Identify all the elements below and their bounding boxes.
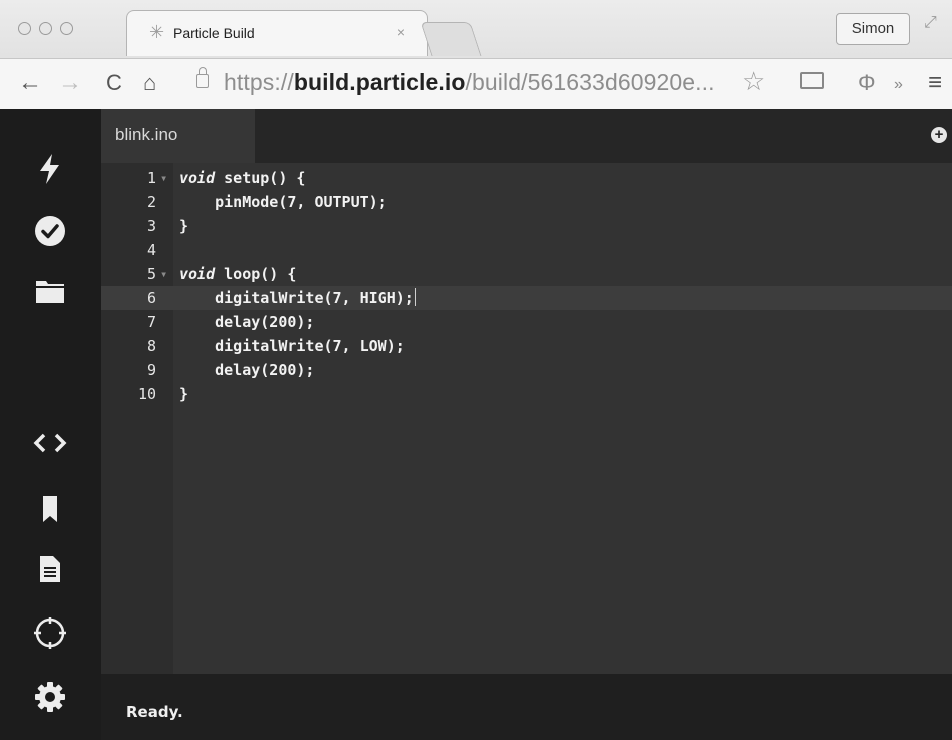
lock-icon [196,67,209,88]
line-number: 8 [146,337,156,355]
code-content: setup() { [215,169,306,187]
code-line[interactable]: 3} [101,214,952,238]
devices-icon[interactable] [30,613,70,653]
line-number: 4 [146,241,156,259]
new-tab-button[interactable] [420,22,482,56]
forward-icon[interactable]: → [58,71,82,95]
file-tab[interactable]: blink.ino [101,109,255,163]
tab-title: Particle Build [173,25,255,41]
code-text: void loop() { [179,262,296,286]
code-text: } [179,214,188,238]
code-line[interactable]: 5 ▾ void loop() { [101,262,952,286]
browser-toolbar: ← → C ⌂ https://build.particle.io/build/… [0,58,952,109]
code-line[interactable]: 6 digitalWrite(7, HIGH); [101,286,952,310]
bookmark-star-icon[interactable]: ☆ [742,68,765,94]
back-icon[interactable]: ← [18,71,42,95]
profile-button[interactable]: Simon [836,13,910,45]
code-line[interactable]: 7 delay(200); [101,310,952,334]
text-cursor [414,288,416,306]
particle-favicon-icon: ✳ [149,22,165,42]
url-host: build.particle.io [293,69,466,95]
code-content: digitalWrite(7, HIGH); [179,289,414,307]
file-tab-label: blink.ino [115,125,178,144]
code-line[interactable]: 2 pinMode(7, OUTPUT); [101,190,952,214]
line-number: 9 [146,361,156,379]
window-controls [18,22,73,35]
file-tab-bar: blink.ino + [101,109,952,163]
fullscreen-icon[interactable]: ⤢ [924,14,937,32]
code-text: digitalWrite(7, LOW); [179,334,405,358]
line-number: 6 [146,289,156,307]
close-window-button[interactable] [18,22,31,35]
code-content: } [179,217,189,235]
url-scheme: https:// [224,69,294,95]
docs-icon[interactable] [30,549,70,589]
code-keyword: void [179,169,216,187]
zoom-window-button[interactable] [60,22,73,35]
code-text: void setup() { [179,166,305,190]
browser-chrome: ✳ Particle Build × Simon ⤢ ← → C ⌂ https… [0,0,952,109]
browser-tab[interactable]: ✳ Particle Build × [126,10,428,56]
home-icon[interactable]: ⌂ [143,71,156,95]
address-bar[interactable]: https://build.particle.io/build/561633d6… [186,64,780,100]
code-icon[interactable] [30,423,70,463]
line-number: 10 [137,385,156,403]
reload-icon[interactable]: C [106,71,122,95]
tab-close-icon[interactable]: × [397,24,405,40]
code-line[interactable]: 4 [101,238,952,262]
folder-icon[interactable] [30,271,70,311]
code-line[interactable]: 1 ▾ void setup() { [101,166,952,190]
minimize-window-button[interactable] [39,22,52,35]
code-content: delay(200); [179,313,315,331]
add-file-icon[interactable]: + [931,127,947,143]
code-line[interactable]: 9 delay(200); [101,358,952,382]
fold-toggle-icon[interactable]: ▾ [160,262,167,286]
flash-icon[interactable] [30,149,70,189]
cast-icon[interactable] [800,72,824,89]
code-editor-panel: blink.ino + 1 ▾ void setup() {2 pinMode(7,… [101,109,952,674]
code-editor[interactable]: 1 ▾ void setup() {2 pinMode(7, OUTPUT); 3} 4… [101,163,952,674]
code-line[interactable]: 10} [101,382,952,406]
line-number: 7 [146,313,156,331]
code-text: delay(200); [179,310,314,334]
code-keyword: void [179,265,216,283]
line-number: 5 [146,265,156,283]
line-number: 1 [146,169,156,187]
code-text: delay(200); [179,358,314,382]
url-path: /build/561633d60920e... [465,69,715,95]
extension-icon[interactable]: Φ [858,71,876,95]
settings-icon[interactable] [30,677,70,717]
code-text: digitalWrite(7, HIGH); [179,286,416,310]
verify-icon[interactable] [30,211,70,251]
code-text: } [179,382,188,406]
code-content: digitalWrite(7, LOW); [179,337,405,355]
code-line[interactable]: 8 digitalWrite(7, LOW); [101,334,952,358]
ide-sidebar [0,109,101,740]
code-content: pinMode(7, OUTPUT); [179,193,387,211]
line-number: 3 [146,217,156,235]
status-bar: Ready. [101,674,952,740]
libraries-icon[interactable] [30,489,70,529]
code-content: delay(200); [179,361,315,379]
extensions-overflow-icon[interactable]: » [894,73,903,97]
code-content: loop() { [215,265,297,283]
code-text: pinMode(7, OUTPUT); [179,190,387,214]
menu-icon[interactable]: ≡ [928,71,942,95]
status-text: Ready. [126,703,183,721]
line-number: 2 [146,193,156,211]
fold-toggle-icon[interactable]: ▾ [160,166,167,190]
code-content: } [179,385,189,403]
url-text[interactable]: https://build.particle.io/build/561633d6… [224,69,715,96]
